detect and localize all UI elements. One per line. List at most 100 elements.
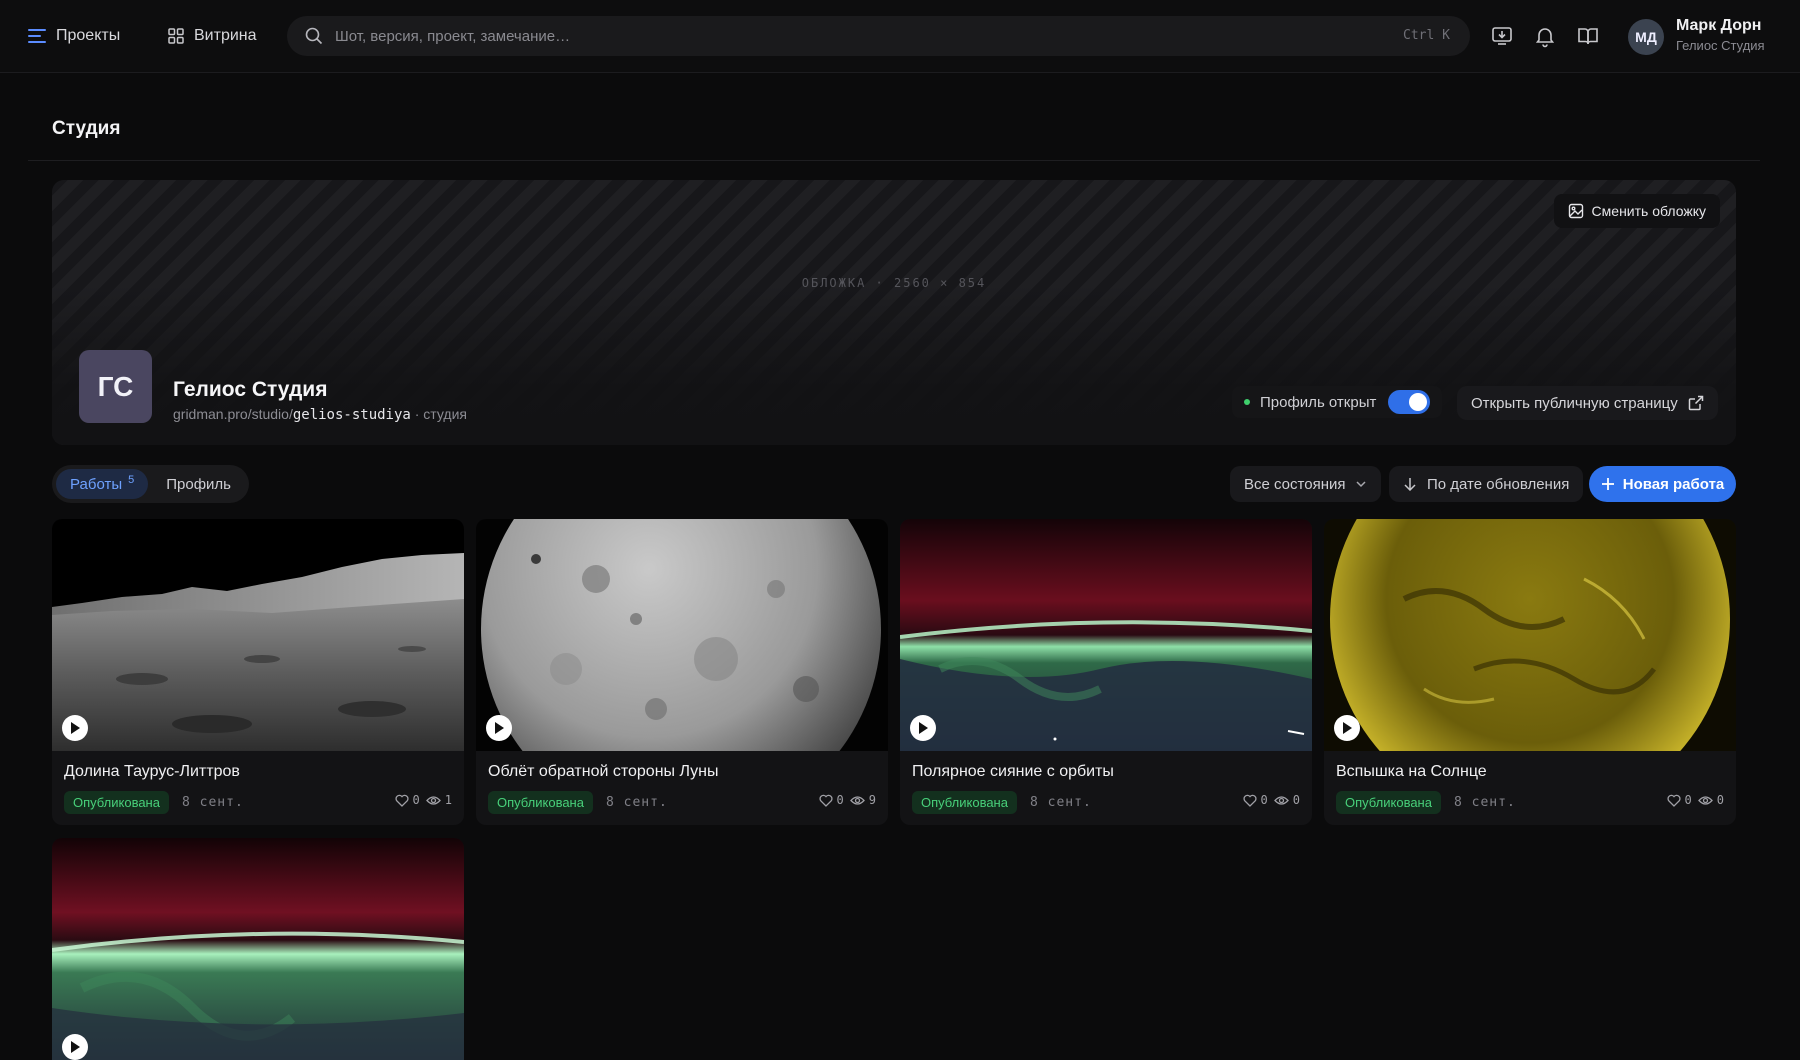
work-title[interactable]: Долина Таурус-Литтров [64, 763, 240, 781]
views-stat: 9 [849, 793, 876, 807]
views-stat: 0 [1697, 793, 1724, 807]
heart-icon [395, 794, 409, 807]
download-app-icon[interactable] [1490, 24, 1514, 48]
change-cover-button[interactable]: Сменить обложку [1553, 194, 1720, 228]
search-bar[interactable]: Ctrl K [287, 16, 1470, 56]
play-button[interactable] [62, 715, 88, 741]
status-badge: Опубликована [1336, 791, 1441, 814]
work-thumbnail[interactable] [476, 519, 888, 751]
work-card[interactable]: Вспышка на Солнце Опубликована 8 сент. 0… [1324, 519, 1736, 825]
studio-avatar[interactable]: ГС [79, 350, 152, 423]
heart-icon [819, 794, 833, 807]
work-date: 8 сент. [1454, 795, 1516, 810]
work-card[interactable] [52, 838, 464, 1060]
open-public-label: Открыть публичную страницу [1471, 394, 1678, 412]
work-date: 8 сент. [606, 795, 668, 810]
user-avatar[interactable]: МД [1628, 19, 1664, 55]
work-card[interactable]: Облёт обратной стороны Луны Опубликована… [476, 519, 888, 825]
views-count: 0 [1292, 793, 1300, 807]
work-title[interactable]: Полярное сияние с орбиты [912, 763, 1114, 781]
search-input[interactable] [335, 16, 1335, 56]
user-org: Гелиос Студия [1676, 38, 1765, 53]
profile-open-label: Профиль открыт [1260, 393, 1377, 411]
play-button[interactable] [486, 715, 512, 741]
new-work-label: Новая работа [1622, 475, 1725, 493]
studio-url-suffix: · студия [410, 406, 467, 422]
book-icon[interactable] [1576, 24, 1600, 48]
views-count: 9 [868, 793, 876, 807]
work-card[interactable]: Полярное сияние с орбиты Опубликована 8 … [900, 519, 1312, 825]
views-count: 0 [1716, 793, 1724, 807]
open-public-page-button[interactable]: Открыть публичную страницу [1457, 386, 1718, 420]
studio-url: gridman.pro/studio/gelios-studiya · студ… [173, 406, 467, 423]
studio-url-slug: gelios-studiya [292, 407, 411, 423]
showcase-label: Витрина [194, 27, 257, 44]
likes-stat[interactable]: 0 [819, 793, 844, 807]
likes-stat[interactable]: 0 [1667, 793, 1692, 807]
plus-icon [1601, 478, 1614, 490]
menu-icon [28, 29, 46, 43]
likes-count: 0 [1684, 793, 1692, 807]
views-stat: 1 [425, 793, 452, 807]
eye-icon [1273, 795, 1289, 805]
heart-icon [1243, 794, 1257, 807]
tab-works[interactable]: Работы 5 [56, 469, 149, 499]
work-card[interactable]: Долина Таурус-Литтров Опубликована 8 сен… [52, 519, 464, 825]
status-dot [1244, 399, 1250, 405]
lunar-valley-image [52, 519, 464, 751]
status-filter-label: Все состояния [1244, 475, 1346, 493]
profile-open-toggle[interactable] [1388, 390, 1431, 414]
status-badge: Опубликована [912, 791, 1017, 814]
work-stats: 0 0 [1243, 793, 1300, 807]
eye-icon [1697, 795, 1713, 805]
work-thumbnail[interactable] [1324, 519, 1736, 751]
work-thumbnail[interactable] [52, 838, 464, 1060]
work-date: 8 сент. [182, 795, 244, 810]
likes-stat[interactable]: 0 [1243, 793, 1268, 807]
sun-image [1324, 519, 1736, 751]
aurora-image [52, 838, 464, 1060]
status-filter-dropdown[interactable]: Все состояния [1230, 466, 1382, 502]
profile-visibility: Профиль открыт [1232, 386, 1443, 418]
likes-count: 0 [1260, 793, 1268, 807]
change-cover-label: Сменить обложку [1591, 203, 1706, 219]
tab-profile-label: Профиль [166, 475, 231, 493]
sort-label: По дате обновления [1427, 475, 1570, 493]
play-icon [71, 1041, 80, 1053]
top-bar: Проекты Витрина Ctrl K МД Марк Дорн Гели… [0, 0, 1800, 73]
work-date: 8 сент. [1030, 795, 1092, 810]
tab-works-count: 5 [128, 474, 135, 486]
image-icon [1568, 203, 1583, 219]
tab-profile[interactable]: Профиль [152, 469, 245, 499]
grid-icon [168, 28, 184, 44]
views-stat: 0 [1273, 793, 1300, 807]
play-button[interactable] [1334, 715, 1360, 741]
studio-name: Гелиос Студия [173, 378, 328, 401]
new-work-button[interactable]: Новая работа [1589, 466, 1736, 502]
likes-stat[interactable]: 0 [395, 793, 420, 807]
work-stats: 0 9 [819, 793, 876, 807]
aurora-image [900, 519, 1312, 751]
divider [28, 160, 1760, 161]
play-button[interactable] [910, 715, 936, 741]
cover-size-label: ОБЛОЖКА · 2560 × 854 [801, 276, 987, 290]
work-thumbnail[interactable] [52, 519, 464, 751]
bell-icon[interactable] [1533, 24, 1557, 48]
studio-cover: ОБЛОЖКА · 2560 × 854 Сменить обложку ГС … [52, 180, 1736, 445]
showcase-button[interactable]: Витрина [168, 20, 257, 52]
play-icon [1343, 722, 1352, 734]
play-button[interactable] [62, 1034, 88, 1060]
views-count: 1 [444, 793, 452, 807]
user-name[interactable]: Марк Дорн [1676, 17, 1761, 35]
work-thumbnail[interactable] [900, 519, 1312, 751]
work-title[interactable]: Вспышка на Солнце [1336, 763, 1487, 781]
tab-works-label: Работы [70, 475, 123, 493]
projects-menu-button[interactable]: Проекты [28, 20, 120, 52]
projects-label: Проекты [56, 27, 121, 44]
work-title[interactable]: Облёт обратной стороны Луны [488, 763, 719, 781]
play-icon [495, 722, 504, 734]
external-link-icon [1688, 395, 1703, 411]
studio-url-prefix: gridman.pro/studio/ [173, 406, 293, 422]
arrow-down-icon [1404, 478, 1416, 491]
sort-dropdown[interactable]: По дате обновления [1389, 466, 1584, 502]
